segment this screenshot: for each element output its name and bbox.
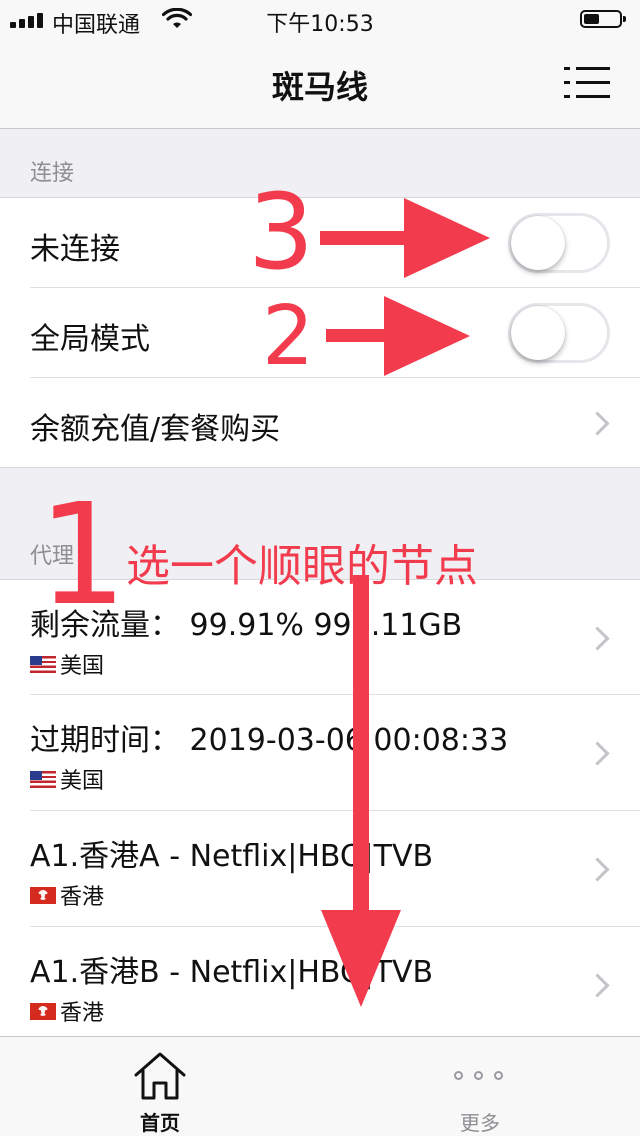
region-label: 香港 <box>60 885 105 910</box>
status-time: 下午10:53 <box>266 12 374 37</box>
annotation-number-2: 2 <box>262 289 315 384</box>
house-icon <box>134 1052 186 1100</box>
chevron-right-icon <box>585 741 610 766</box>
tab-more[interactable]: 更多 <box>320 1037 640 1136</box>
chevron-right-icon <box>585 626 610 651</box>
annotation-number-3: 3 <box>248 171 315 293</box>
tab-bar: 首页 更多 <box>0 1036 640 1136</box>
region-label: 美国 <box>60 769 105 794</box>
battery-icon <box>580 10 626 28</box>
proxy-node-region: 香港 <box>30 879 104 911</box>
page-title: 斑马线 <box>271 68 368 106</box>
switch-knob <box>511 306 565 360</box>
tab-more-label: 更多 <box>460 1111 500 1135</box>
tab-home[interactable]: 首页 <box>0 1037 320 1136</box>
proxy-node-region: 美国 <box>30 763 104 795</box>
annotation-arrow-2 <box>326 296 470 376</box>
annotation-arrow-3 <box>320 198 490 278</box>
list-menu-icon[interactable] <box>564 66 610 100</box>
global-mode-row[interactable]: 全局模式 <box>0 288 640 378</box>
global-mode-label: 全局模式 <box>30 322 150 357</box>
region-label: 美国 <box>60 654 105 679</box>
connect-label: 未连接 <box>30 232 120 267</box>
tab-home-label: 首页 <box>140 1111 180 1135</box>
recharge-row[interactable]: 余额充值/套餐购买 <box>0 378 640 467</box>
connect-switch[interactable] <box>508 213 610 273</box>
chevron-right-icon <box>585 411 610 436</box>
proxy-node-region: 香港 <box>30 995 104 1027</box>
us-flag-icon <box>30 770 56 788</box>
proxy-node-title: 过期时间： 2019-03-06 00:08:33 <box>30 723 509 758</box>
chevron-right-icon <box>585 857 610 882</box>
hk-flag-icon <box>30 1002 56 1020</box>
annotation-arrow-down <box>321 575 401 1007</box>
status-bar: 中国联通 下午10:53 <box>0 0 640 40</box>
proxy-node-region: 美国 <box>30 648 104 680</box>
chevron-right-icon <box>585 973 610 998</box>
us-flag-icon <box>30 655 56 673</box>
connection-section-header: 连接 <box>30 161 75 186</box>
annotation-hint: 选一个顺眼的节点 <box>126 541 478 592</box>
recharge-label: 余额充值/套餐购买 <box>30 412 281 447</box>
more-dots-icon <box>454 1069 506 1083</box>
navigation-bar: 斑马线 <box>0 40 640 129</box>
hk-flag-icon <box>30 886 56 904</box>
annotation-number-1: 1 <box>38 474 128 637</box>
switch-knob <box>511 216 565 270</box>
global-mode-switch[interactable] <box>508 303 610 363</box>
region-label: 香港 <box>60 1001 105 1026</box>
